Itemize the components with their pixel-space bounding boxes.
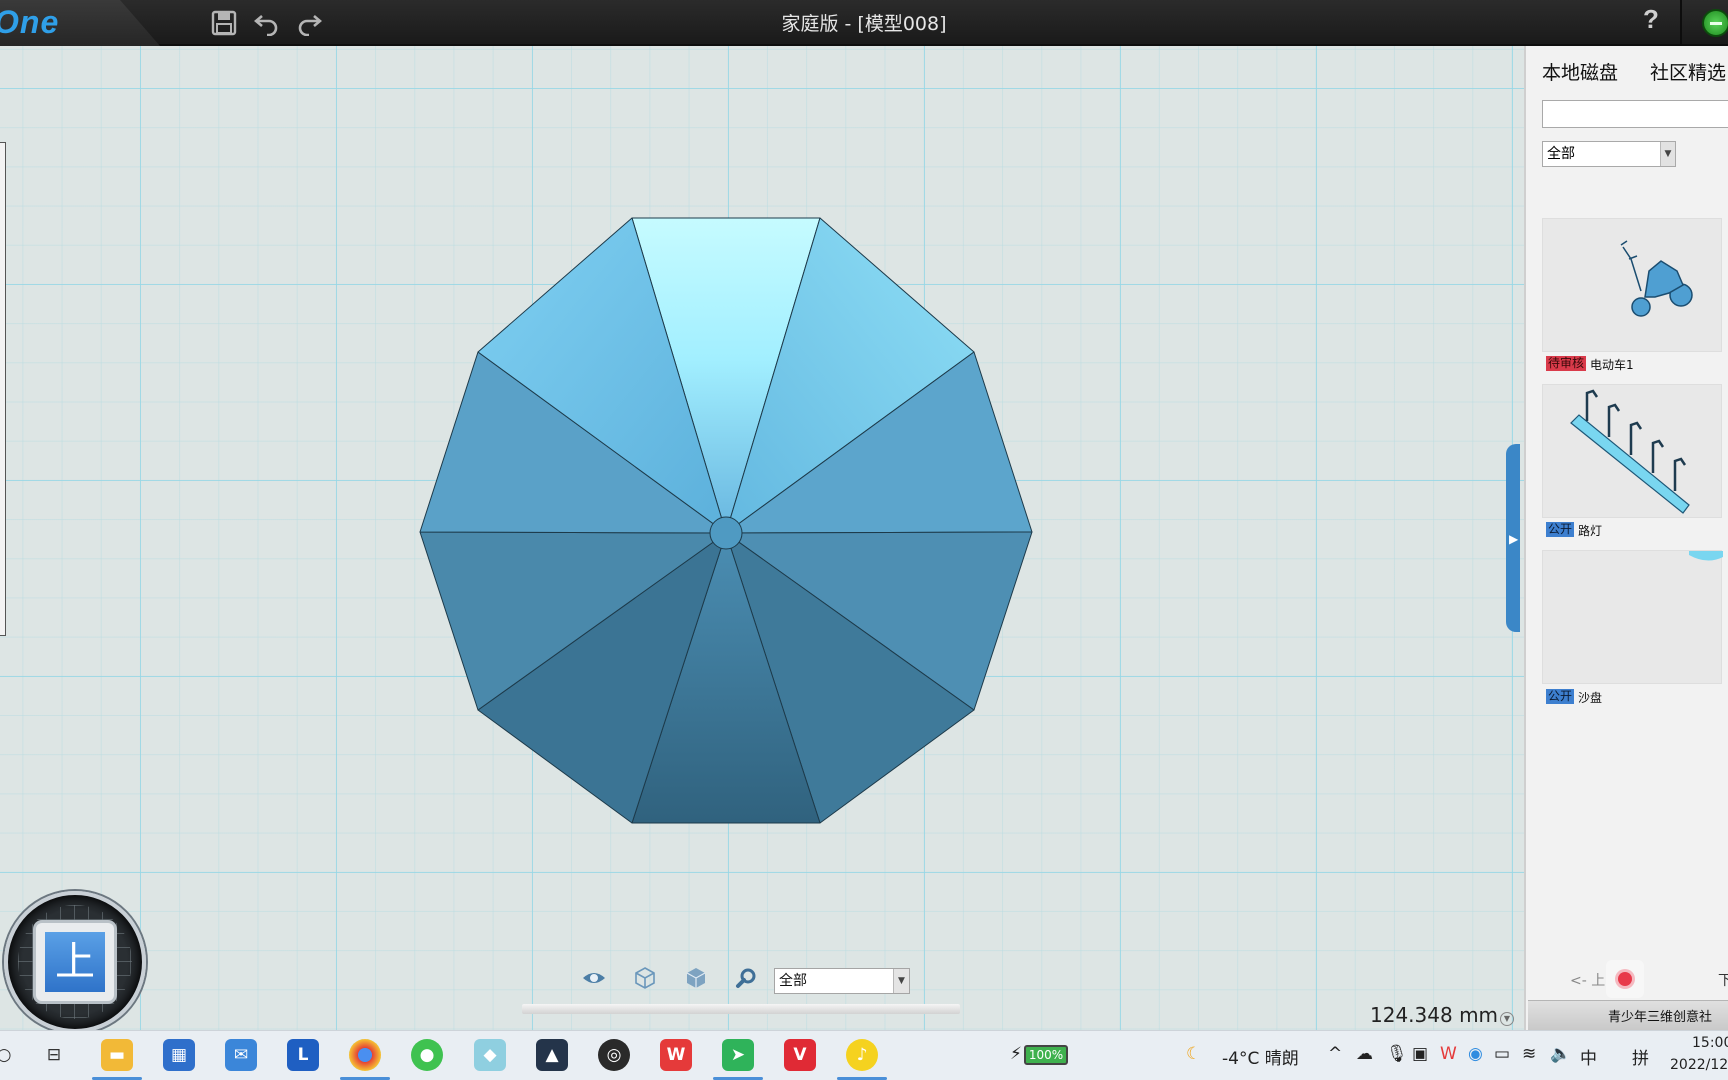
measurement-dropdown-icon[interactable]: ▼ xyxy=(1500,1012,1514,1026)
volume-icon[interactable]: 🔈 xyxy=(1550,1044,1571,1064)
qq-icon[interactable]: ◉ xyxy=(1468,1044,1483,1064)
model-center-pivot xyxy=(709,516,743,550)
library-filter-select[interactable]: 全部 ▼ xyxy=(1542,141,1676,167)
next-page-button[interactable]: 下 xyxy=(1718,970,1728,990)
zoom-icon[interactable] xyxy=(733,966,761,994)
wps-tray-icon[interactable]: W xyxy=(1440,1044,1457,1064)
model-library-panel: 本地磁盘 社区精选 全部 ▼ 待审核 电动车1 公开 路灯 公开 沙盘 <- 上… xyxy=(1524,46,1728,1030)
model-thumbnail-sandtable[interactable] xyxy=(1542,550,1723,684)
spiral-app-icon[interactable]: ◎ xyxy=(598,1039,630,1071)
wireframe-cube-icon[interactable] xyxy=(631,966,659,994)
view-cube-top-label[interactable]: 上 xyxy=(45,932,105,992)
status-badge: 公开 xyxy=(1546,689,1575,704)
clock-time[interactable]: 15:00 xyxy=(1692,1035,1728,1051)
tab-local-disk[interactable]: 本地磁盘 xyxy=(1542,58,1618,85)
screenshot-icon[interactable]: ▣ xyxy=(1412,1044,1428,1064)
cat-app-icon[interactable]: ▲ xyxy=(536,1039,568,1071)
moon-icon: ☾ xyxy=(1186,1044,1202,1064)
microphone-icon[interactable]: 🎙 xyxy=(1386,1044,1408,1064)
os-taskbar: ○ ⊟ ▬ ▦ ✉ L ● ◆ ▲ ◎ W ➤ V ♪ ⚡ 100% ☾ -4°… xyxy=(0,1030,1728,1080)
help-button[interactable]: ? xyxy=(1636,4,1666,35)
title-separator xyxy=(1680,0,1682,46)
model-name[interactable]: 沙盘 xyxy=(1578,689,1602,706)
community-name[interactable]: 青少年三维创意社 xyxy=(1608,1006,1712,1025)
chevron-right-icon: ▶ xyxy=(1509,532,1519,546)
messenger-icon[interactable]: ➤ xyxy=(722,1039,754,1071)
title-bar: One 家庭版 - [模型008] ? xyxy=(0,0,1728,46)
weather-text[interactable]: -4°C 晴朗 xyxy=(1222,1044,1299,1069)
battery-tray-icon[interactable]: ▭ xyxy=(1494,1044,1510,1064)
chevron-down-icon[interactable]: ▼ xyxy=(1660,142,1675,166)
panel-collapse-handle[interactable]: ▶ xyxy=(1506,444,1520,632)
cloud-icon[interactable]: ☁ xyxy=(1356,1044,1373,1064)
video-editor-icon[interactable]: V xyxy=(784,1039,816,1071)
decagon-model[interactable] xyxy=(0,46,1524,1030)
view-cube-face[interactable]: 上 xyxy=(36,923,114,1001)
file-explorer-icon[interactable]: ▬ xyxy=(101,1039,133,1071)
ime-mode[interactable]: 拼 xyxy=(1632,1044,1649,1069)
ime-language[interactable]: 中 xyxy=(1580,1044,1597,1069)
3d-viewport[interactable]: 上 xyxy=(0,46,1524,1033)
chrome-icon[interactable] xyxy=(349,1039,381,1071)
toolbar-shelf xyxy=(522,1004,960,1014)
library-filter-value: 全部 xyxy=(1547,146,1575,162)
view-filter-select[interactable]: 全部 ▼ xyxy=(774,968,910,994)
wps-icon[interactable]: W xyxy=(660,1039,692,1071)
minimize-button[interactable] xyxy=(1702,9,1728,37)
model-thumbnail-streetlight[interactable] xyxy=(1542,384,1722,518)
status-badge: 公开 xyxy=(1546,522,1575,537)
view-filter-value: 全部 xyxy=(779,973,807,989)
model-name[interactable]: 电动车1 xyxy=(1590,356,1634,373)
music-app-icon[interactable]: ♪ xyxy=(846,1039,878,1071)
security-app-icon[interactable]: L xyxy=(287,1039,319,1071)
plug-icon: ⚡ xyxy=(1010,1044,1022,1064)
library-search-input[interactable] xyxy=(1542,100,1728,128)
tab-community-picks[interactable]: 社区精选 xyxy=(1650,58,1726,85)
window-title: 家庭版 - [模型008] xyxy=(781,13,947,35)
measurement-readout: 124.348 mm xyxy=(1370,1003,1499,1027)
wifi-icon[interactable]: ≋ xyxy=(1522,1044,1536,1064)
model-thumbnail-ebike[interactable] xyxy=(1542,218,1722,352)
search-icon[interactable]: ○ xyxy=(0,1039,20,1071)
store-icon[interactable]: ▦ xyxy=(163,1039,195,1071)
clock-date[interactable]: 2022/12 xyxy=(1670,1057,1728,1073)
solid-cube-icon[interactable] xyxy=(682,966,710,994)
view-cube[interactable]: 上 xyxy=(4,891,146,1033)
3d-one-app-icon[interactable]: ◆ xyxy=(474,1039,506,1071)
chevron-down-icon[interactable]: ▼ xyxy=(893,969,909,993)
battery-indicator[interactable]: 100% xyxy=(1024,1045,1068,1065)
mail-icon[interactable]: ✉ xyxy=(225,1039,257,1071)
task-view-icon[interactable]: ⊟ xyxy=(38,1039,70,1071)
status-badge: 待审核 xyxy=(1546,356,1587,371)
wechat-icon[interactable]: ● xyxy=(411,1039,443,1071)
model-name[interactable]: 路灯 xyxy=(1578,522,1602,539)
eye-icon[interactable] xyxy=(580,966,608,994)
prev-page-button[interactable]: <- 上 xyxy=(1570,970,1605,990)
record-icon[interactable] xyxy=(1606,960,1644,998)
chevron-up-icon[interactable]: ^ xyxy=(1328,1044,1342,1064)
